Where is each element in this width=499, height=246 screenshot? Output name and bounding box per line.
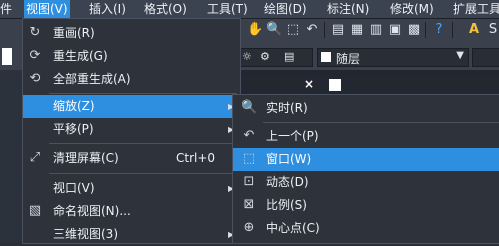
menu-draw[interactable]: 绘图(D) <box>262 0 309 18</box>
linetype-dropdown[interactable] <box>472 48 499 67</box>
menubar: 文件 视图(V) 插入(I) 格式(O) 工具(T) 绘图(D) 标注(N) 修… <box>0 0 499 19</box>
tool-palette-icon[interactable]: ▥ <box>368 22 384 38</box>
menu-item-3d-view[interactable]: 三维视图(3) ▶ <box>23 223 240 246</box>
regen-icon: ⟳ <box>29 48 41 63</box>
menu-view[interactable]: 视图(V) <box>24 0 70 18</box>
menu-separator <box>49 173 237 174</box>
toolbar-separator <box>452 22 453 38</box>
menu-item-pan[interactable]: 平移(P) ▶ <box>23 118 240 141</box>
zoom-dynamic-icon: ⊡ <box>243 174 255 189</box>
named-view-icon: ▧ <box>28 203 42 218</box>
menu-item-label: 重生成(G) <box>53 49 108 63</box>
menu-item-label: 视口(V) <box>53 181 95 195</box>
layer-manager-icon[interactable]: ▤ <box>284 50 294 63</box>
layer-dropdown[interactable]: 随层 ▼ <box>317 48 469 67</box>
pan-hand-icon[interactable]: ✋ <box>247 22 263 38</box>
submenu-item-label: 动态(D) <box>266 175 309 189</box>
menu-item-clean-screen[interactable]: ⤢ 清理屏幕(C) Ctrl+0 <box>23 147 240 170</box>
submenu-item-label: 比例(S) <box>266 198 307 212</box>
menu-item-label: 清理屏幕(C) <box>53 151 119 165</box>
help-icon[interactable]: ? <box>431 22 447 38</box>
toolbar-separator <box>324 22 325 38</box>
submenu-item-center[interactable]: ⊕ 中心点(C) <box>233 217 499 240</box>
layer-toggle-icon[interactable]: ☼ <box>242 50 252 63</box>
design-center-icon[interactable]: ▦ <box>349 22 365 38</box>
menu-item-label: 全部重生成(A) <box>53 72 131 86</box>
menu-item-zoom[interactable]: 缩放(Z) ▶ <box>23 95 240 118</box>
submenu-item-previous[interactable]: ↶ 上一个(P) <box>233 125 499 148</box>
sheet-set-icon[interactable]: ▣ <box>387 22 403 38</box>
layer-color-swatch <box>321 52 331 62</box>
menu-item-label: 三维视图(3) <box>53 227 118 241</box>
calculator-icon[interactable]: ▩ <box>406 22 422 38</box>
chevron-down-icon[interactable]: ▼ <box>456 50 464 61</box>
submenu-item-realtime[interactable]: 🔍 实时(R) <box>233 97 499 120</box>
color-swatch[interactable] <box>2 48 12 65</box>
menu-dimension[interactable]: 标注(N) <box>325 0 371 18</box>
new-tab-icon[interactable] <box>329 79 341 91</box>
menu-item-viewport[interactable]: 视口(V) ▶ <box>23 177 240 200</box>
menu-item-shortcut: Ctrl+0 <box>176 151 216 165</box>
zoom-window-icon: ⬚ <box>242 151 256 166</box>
menu-item-label: 平移(P) <box>53 122 94 136</box>
properties-icon[interactable]: ▤ <box>330 22 346 38</box>
zoom-scale-icon: ⊠ <box>243 197 255 212</box>
left-panel <box>0 70 22 242</box>
layer-state-icon[interactable]: ⚙ <box>260 50 270 63</box>
menu-file[interactable]: 文件 <box>0 0 14 18</box>
menu-insert[interactable]: 插入(I) <box>87 0 128 18</box>
drawing-tab-strip <box>238 77 499 93</box>
submenu-item-label: 中心点(C) <box>266 221 320 235</box>
redraw-icon: ↻ <box>29 25 41 40</box>
menu-separator <box>263 122 499 123</box>
menu-modify[interactable]: 修改(M) <box>388 0 436 18</box>
submenu-item-label: 窗口(W) <box>266 152 312 166</box>
menu-separator <box>49 93 237 94</box>
zoom-submenu: 🔍 实时(R) ↶ 上一个(P) ⬚ 窗口(W) ⊡ 动态(D) ⊠ 比例(S)… <box>232 94 499 244</box>
regen-all-icon: ⟲ <box>29 71 41 86</box>
menu-item-label: 重画(R) <box>53 26 95 40</box>
layer-name: 随层 <box>336 52 361 66</box>
zoom-realtime-icon[interactable]: 🔍 <box>266 22 282 38</box>
menu-item-regen[interactable]: ⟳ 重生成(G) <box>23 45 240 68</box>
menu-tools[interactable]: 工具(T) <box>205 0 250 18</box>
view-menu: ↻ 重画(R) ⟳ 重生成(G) ⟲ 全部重生成(A) 缩放(Z) ▶ 平移(P… <box>22 18 241 244</box>
menu-item-label: 缩放(Z) <box>53 99 95 113</box>
clean-screen-icon: ⤢ <box>29 150 41 165</box>
close-icon[interactable]: × <box>304 78 316 90</box>
menu-extension[interactable]: 扩展工具 <box>451 0 499 18</box>
submenu-item-scale[interactable]: ⊠ 比例(S) <box>233 194 499 217</box>
toolbar-right-text: S <box>488 22 498 37</box>
menu-separator <box>49 143 237 144</box>
menu-item-regen-all[interactable]: ⟲ 全部重生成(A) <box>23 68 240 91</box>
submenu-item-dynamic[interactable]: ⊡ 动态(D) <box>233 171 499 194</box>
menu-item-named-view[interactable]: ▧ 命名视图(N)... <box>23 200 240 223</box>
menu-item-redraw[interactable]: ↻ 重画(R) <box>23 22 240 45</box>
zoom-previous-icon: ↶ <box>243 128 255 143</box>
toolbar-separator <box>425 22 426 38</box>
submenu-item-label: 上一个(P) <box>266 129 319 143</box>
submenu-item-label: 实时(R) <box>266 101 308 115</box>
menu-format[interactable]: 格式(O) <box>142 0 189 18</box>
zoom-previous-icon[interactable]: ↶ <box>304 22 320 38</box>
zoom-realtime-icon: 🔍 <box>241 100 258 115</box>
zoom-window-icon[interactable]: ⬚ <box>285 22 301 38</box>
submenu-item-window[interactable]: ⬚ 窗口(W) <box>233 148 499 171</box>
menu-item-label: 命名视图(N)... <box>53 204 131 218</box>
text-style-icon[interactable]: A <box>466 22 482 38</box>
layer-controls[interactable]: ☼ ⚙ ▤ <box>239 48 313 67</box>
zoom-center-icon: ⊕ <box>243 220 255 235</box>
